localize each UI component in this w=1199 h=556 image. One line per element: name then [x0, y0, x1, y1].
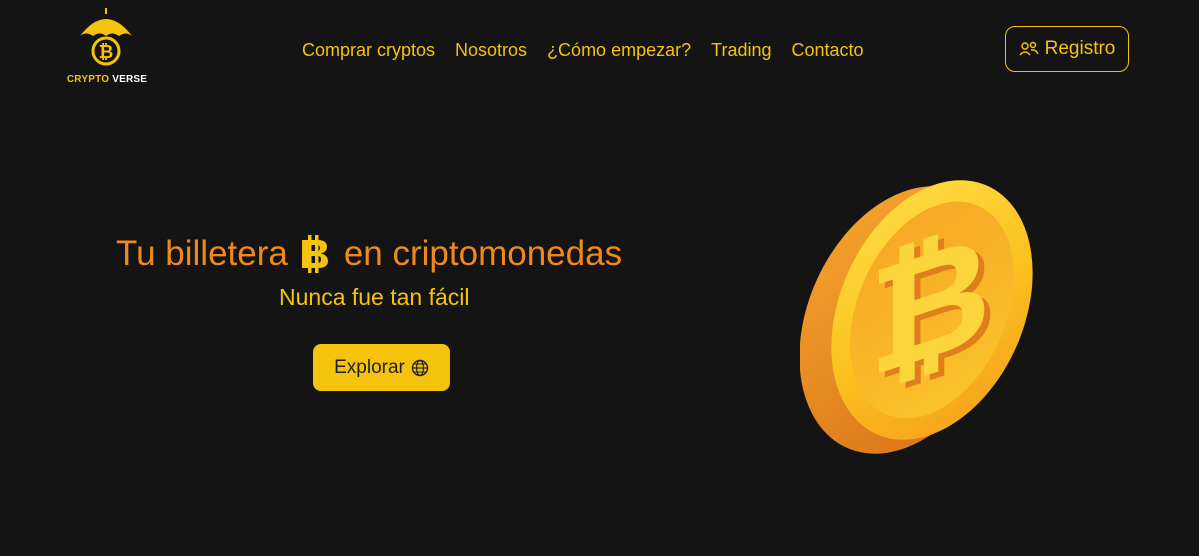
register-button[interactable]: Registro: [1005, 26, 1129, 72]
main-nav: Comprar cryptos Nosotros ¿Cómo empezar? …: [302, 40, 864, 61]
svg-text:₿: ₿: [99, 42, 114, 63]
register-label: Registro: [1044, 38, 1116, 59]
hero-title-end: en criptomonedas: [343, 234, 623, 273]
bitcoin-coin-illustration: ₿ ₿: [800, 180, 1033, 454]
hero-subtitle: Nunca fue tan fácil: [279, 284, 470, 310]
globe-icon: [411, 359, 429, 376]
umbrella-bitcoin-logo-icon: ₿: [80, 8, 132, 66]
nav-trading[interactable]: Trading: [711, 40, 771, 61]
hero-title: Tu billetera en criptomonedas: [116, 234, 656, 274]
brand-word-2: VERSE: [112, 74, 148, 85]
logo[interactable]: ₿ CRYPTO VERSE: [56, 6, 156, 88]
explore-button[interactable]: Explorar: [313, 344, 450, 391]
brand-name: CRYPTO VERSE: [62, 74, 152, 85]
nav-comprar-cryptos[interactable]: Comprar cryptos: [302, 40, 435, 61]
nav-contacto[interactable]: Contacto: [792, 40, 864, 61]
explore-label: Explorar: [334, 356, 405, 378]
brand-word-1: CRYPTO: [66, 74, 110, 85]
hero-title-start: Tu billetera: [116, 234, 288, 273]
bitcoin-icon: [301, 235, 328, 273]
nav-nosotros[interactable]: Nosotros: [455, 40, 527, 61]
nav-como-empezar[interactable]: ¿Cómo empezar?: [547, 40, 691, 61]
users-icon: [1019, 41, 1039, 56]
